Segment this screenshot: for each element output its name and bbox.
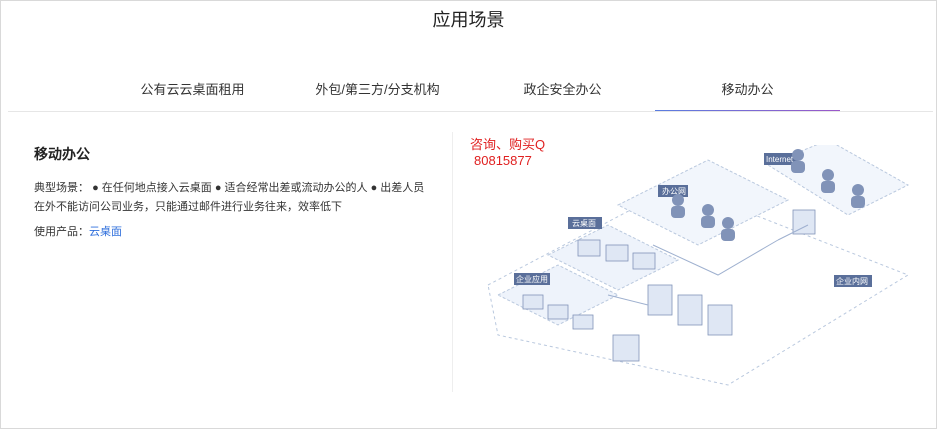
page-title: 应用场景 (432, 10, 505, 30)
scenario-title: 移动办公 (34, 146, 90, 162)
tab-gov-security[interactable]: 政企安全办公 (470, 80, 655, 112)
user-icon (821, 181, 835, 193)
server-box (577, 239, 601, 257)
tab-mobile-office[interactable]: 移动办公 (655, 80, 840, 112)
server-box (572, 314, 594, 330)
user-icon (792, 149, 804, 161)
server-box (605, 244, 629, 262)
user-icon (791, 161, 805, 173)
diagram-label-internet: Internet (766, 155, 794, 164)
user-icon (671, 206, 685, 218)
server-box (707, 304, 733, 336)
diagram-label-office: 办公网 (662, 186, 686, 196)
tab-public-cloud[interactable]: 公有云云桌面租用 (100, 80, 285, 112)
desc-text: ● 在任何地点接入云桌面 ● 适合经常出差或流动办公的人 ● 出差人员在外不能访… (34, 182, 425, 213)
server-box (632, 252, 656, 270)
network-diagram: 云桌面 办公网 企业应用 Internet 企业内网 (487, 145, 910, 386)
server-box (647, 284, 673, 316)
user-icon (852, 184, 864, 196)
diagram-label-intranet: 企业内网 (836, 276, 868, 286)
scenario-tabs: 公有云云桌面租用 外包/第三方/分支机构 政企安全办公 移动办公 (100, 80, 840, 112)
user-icon (701, 216, 715, 228)
products-label: 使用产品： (34, 226, 89, 238)
products-row: 使用产品：云桌面 (34, 223, 434, 239)
scenario-description: 典型场景： ● 在任何地点接入云桌面 ● 适合经常出差或流动办公的人 ● 出差人… (34, 179, 434, 217)
user-icon (822, 169, 834, 181)
user-icon (721, 229, 735, 241)
scenario-text: 移动办公 典型场景： ● 在任何地点接入云桌面 ● 适合经常出差或流动办公的人 … (34, 144, 434, 239)
server-box (612, 334, 640, 362)
server-box (522, 294, 544, 310)
panel-divider (452, 132, 453, 392)
tab-outsourcing[interactable]: 外包/第三方/分支机构 (285, 80, 470, 112)
diagram-label-desktop: 云桌面 (572, 218, 596, 228)
office-zone (616, 159, 790, 246)
desc-prefix: 典型场景： (34, 182, 89, 194)
user-icon (851, 196, 865, 208)
user-icon (672, 194, 684, 206)
server-box (547, 304, 569, 320)
product-link-cloud-desktop[interactable]: 云桌面 (89, 226, 122, 238)
user-icon (722, 217, 734, 229)
server-box (677, 294, 703, 326)
user-icon (702, 204, 714, 216)
connector-line (607, 294, 649, 306)
diagram-label-apps: 企业应用 (516, 274, 548, 284)
